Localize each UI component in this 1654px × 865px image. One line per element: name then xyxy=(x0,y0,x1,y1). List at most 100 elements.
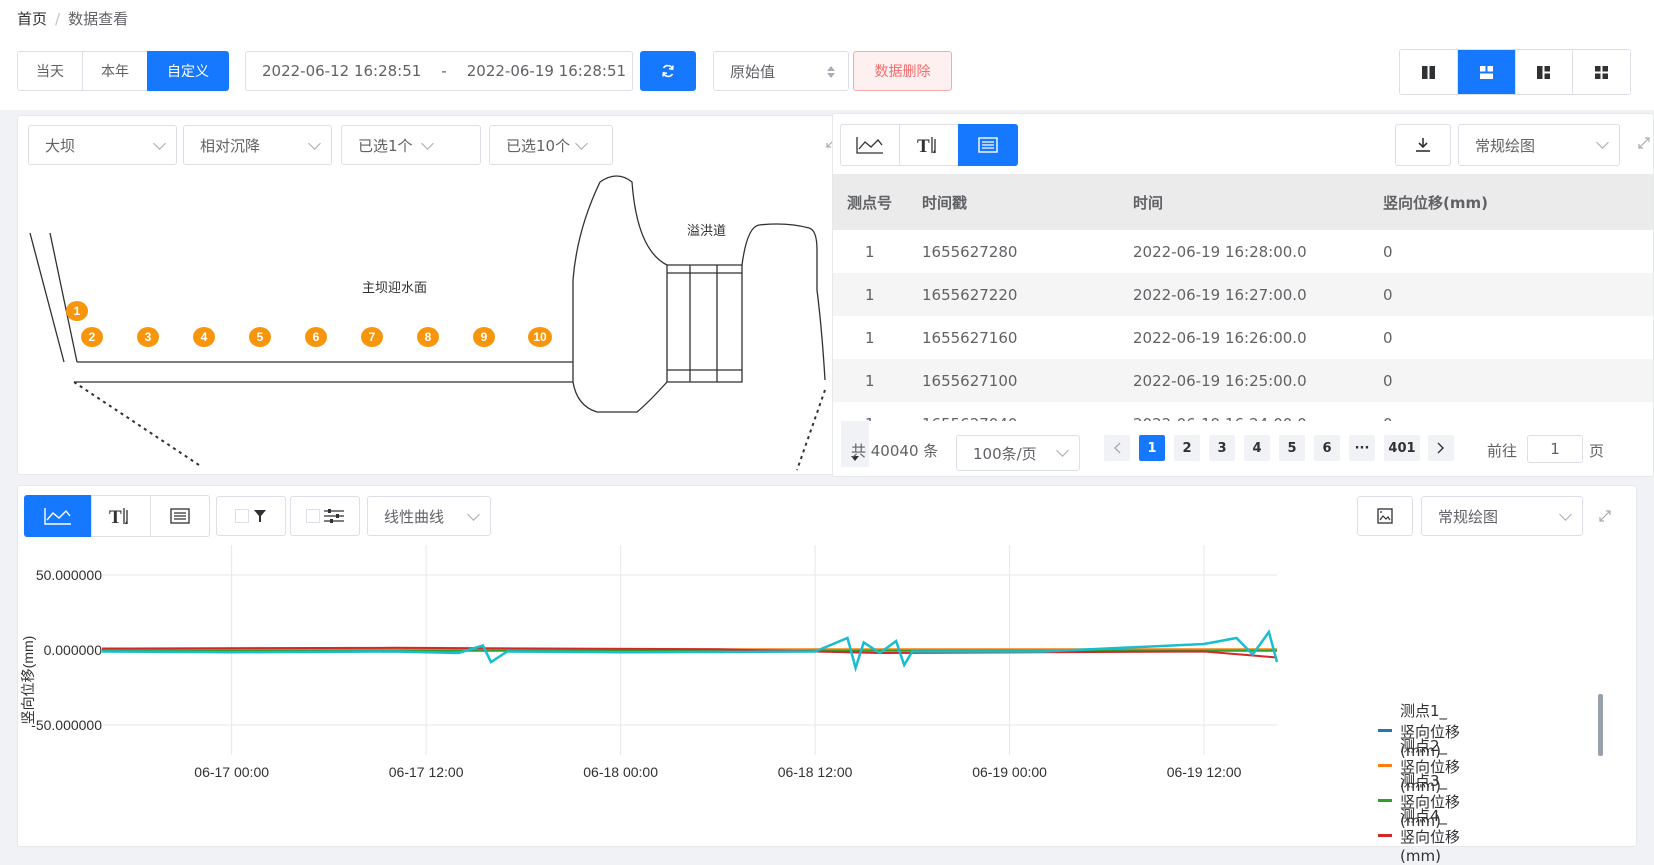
value-type-value: 原始值 xyxy=(730,62,776,81)
page-unit-label: 页 xyxy=(1589,442,1605,460)
filter-toggle[interactable] xyxy=(216,496,286,536)
legend-swatch xyxy=(1378,728,1392,732)
legend-item[interactable]: 测点4_竖向位移(mm) xyxy=(1378,805,1461,865)
table-cell: 1 xyxy=(833,273,908,316)
range-custom-button[interactable]: 自定义 xyxy=(147,51,229,91)
group-value: 已选1个 xyxy=(358,136,413,155)
chevron-right-icon xyxy=(1437,442,1444,454)
page-button[interactable]: 5 xyxy=(1279,435,1305,461)
legend-scrollbar[interactable] xyxy=(1598,694,1603,756)
metric-value: 相对沉降 xyxy=(200,136,261,155)
prev-page-button[interactable] xyxy=(1104,435,1130,461)
more-pages-button[interactable]: ··· xyxy=(1349,435,1375,461)
group-select[interactable]: 已选1个 xyxy=(341,125,481,165)
tab-line-chart[interactable] xyxy=(24,495,92,537)
download-icon xyxy=(1416,138,1430,152)
chart-plot-mode-select[interactable]: 常规绘图 xyxy=(1421,496,1583,536)
tab-table[interactable] xyxy=(958,124,1018,166)
y-tick-label: 0.000000 xyxy=(44,642,103,658)
tab-line-chart[interactable] xyxy=(840,124,900,166)
delete-data-button[interactable]: 数据删除 xyxy=(853,51,952,91)
download-button[interactable] xyxy=(1395,124,1451,166)
line-chart-icon xyxy=(856,137,883,154)
table-cell: 2022-06-19 16:24:00.0 xyxy=(1119,402,1369,422)
page-button[interactable]: 6 xyxy=(1314,435,1340,461)
table-cell: 0 xyxy=(1383,328,1393,347)
marker-label: 3 xyxy=(145,330,152,344)
column-header[interactable]: 时间戳 xyxy=(908,174,1119,230)
curve-type-select[interactable]: 线性曲线 xyxy=(367,496,491,536)
y-axis-label: 竖向位移(mm) xyxy=(20,636,36,725)
x-axis-ticks: 06-17 00:00 06-17 12:00 06-18 00:00 06-18 1… xyxy=(194,764,1241,780)
table-cell: 0 xyxy=(1383,242,1393,261)
table-cell: 1 xyxy=(833,402,908,422)
page-button[interactable]: 401 xyxy=(1384,435,1420,461)
line-chart-icon xyxy=(44,508,71,525)
column-header[interactable]: 时间 xyxy=(1119,174,1369,230)
settings-toggle[interactable] xyxy=(290,496,360,536)
left-abutment-dashed xyxy=(73,381,203,468)
marker-label: 8 xyxy=(425,330,432,344)
table-row[interactable]: 1 1655627100 2022-06-19 16:25:00.0 0 xyxy=(833,359,1653,402)
date-range-picker[interactable]: 2022-06-12 16:28:51 - 2022-06-19 16:28:5… xyxy=(245,51,633,91)
page-button[interactable]: 3 xyxy=(1209,435,1235,461)
right-bank-line xyxy=(741,223,826,381)
value-type-select[interactable]: 原始值 xyxy=(713,51,849,91)
left-bank-outer-line xyxy=(29,232,65,363)
layout-two-col-button[interactable] xyxy=(1400,50,1458,94)
date-start-value[interactable]: 2022-06-12 16:28:51 xyxy=(262,62,421,80)
expand-icon[interactable] xyxy=(1597,508,1613,524)
layout-left-split-button[interactable] xyxy=(1515,50,1573,94)
x-tick-label: 06-18 12:00 xyxy=(778,764,853,780)
range-year-button[interactable]: 本年 xyxy=(82,51,148,91)
layout-left-split-icon xyxy=(1537,65,1551,79)
chevron-left-icon xyxy=(1114,442,1121,454)
settings-checkbox[interactable] xyxy=(306,509,320,523)
structure-select[interactable]: 大坝 xyxy=(28,125,177,165)
table-plot-mode-select[interactable]: 常规绘图 xyxy=(1458,124,1620,166)
page-size-select[interactable]: 100条/页 xyxy=(956,435,1080,471)
filter-icon xyxy=(254,510,266,522)
table-cell: 1 xyxy=(833,359,908,402)
layout-grid-button[interactable] xyxy=(1572,50,1630,94)
breadcrumb-home[interactable]: 首页 xyxy=(17,10,47,28)
table-cell: 1655627280 xyxy=(922,242,1018,261)
table-row[interactable]: 1 1655627160 2022-06-19 16:26:00.0 0 xyxy=(833,316,1653,359)
left-bank-inner-line xyxy=(49,232,78,363)
expand-icon[interactable] xyxy=(1636,135,1652,151)
chart-plot-mode-value: 常规绘图 xyxy=(1438,507,1499,526)
table-cell: 0 xyxy=(1369,359,1653,402)
points-select[interactable]: 已选10个 xyxy=(489,125,613,165)
column-header[interactable]: 测点号 xyxy=(833,174,908,230)
column-header[interactable]: 竖向位移(mm) xyxy=(1369,174,1653,230)
tab-text[interactable]: T xyxy=(91,495,151,537)
tab-text[interactable]: T xyxy=(899,124,959,166)
spillway-gate-box xyxy=(667,264,743,383)
metric-select[interactable]: 相对沉降 xyxy=(183,125,332,165)
next-page-button[interactable] xyxy=(1428,435,1454,461)
table-cell: 2022-06-19 16:27:00.0 xyxy=(1119,273,1369,316)
table-row[interactable]: 1 1655627220 2022-06-19 16:27:00.0 0 xyxy=(833,273,1653,316)
table-row[interactable]: 116556270402022-06-19 16:24:00.00 xyxy=(833,402,1653,422)
marker-label: 1 xyxy=(74,304,81,318)
marker-label: 9 xyxy=(481,330,488,344)
chevron-down-icon xyxy=(1559,508,1572,521)
goto-page-input[interactable]: 1 xyxy=(1527,435,1583,463)
chevron-down-icon xyxy=(153,137,166,150)
page-button[interactable]: 2 xyxy=(1174,435,1200,461)
filter-checkbox[interactable] xyxy=(235,509,249,523)
chart-view-tabs: T xyxy=(24,495,210,537)
date-end-value[interactable]: 2022-06-19 16:28:51 xyxy=(467,62,626,80)
chevron-down-icon xyxy=(421,137,434,150)
tab-table[interactable] xyxy=(150,495,210,537)
marker-label: 4 xyxy=(201,330,208,344)
table-row[interactable]: 1 1655627280 2022-06-19 16:28:00.0 0 xyxy=(833,230,1653,273)
page-button[interactable]: 4 xyxy=(1244,435,1270,461)
page-button[interactable]: 1 xyxy=(1139,435,1165,461)
layout-top-split-button[interactable] xyxy=(1457,50,1515,94)
range-today-button[interactable]: 当天 xyxy=(17,51,83,91)
refresh-button[interactable] xyxy=(640,51,696,91)
table-cell: 1 xyxy=(865,328,875,347)
spillway-gate-lines xyxy=(667,265,742,382)
save-image-button[interactable] xyxy=(1357,496,1413,536)
